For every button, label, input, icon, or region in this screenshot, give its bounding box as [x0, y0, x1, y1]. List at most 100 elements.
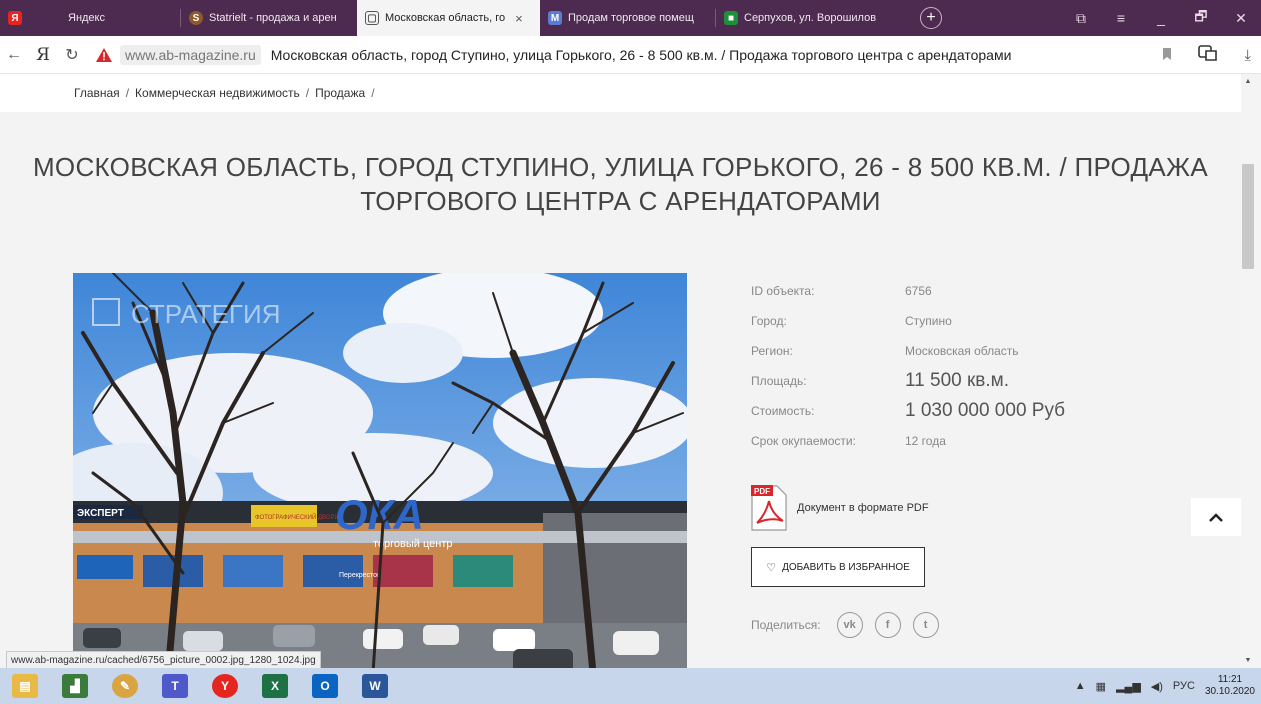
sign-mall: торговый центр	[373, 538, 453, 550]
scroll-thumb[interactable]	[1242, 164, 1254, 269]
sign-photo: ФОТОГРАФИЧЕСКИЙ ДВОРИК	[255, 513, 343, 521]
property-photo[interactable]: ЭКСПЕРТ ФОТОГРАФИЧЕСКИЙ ДВОРИК ОКА торго…	[73, 273, 687, 668]
prop-value: Московская область	[905, 344, 1019, 358]
clock-time: 11:21	[1217, 674, 1243, 685]
signal-icon[interactable]: ▂▄▆	[1116, 680, 1141, 693]
add-to-favorites-button[interactable]: ♡ ДОБАВИТЬ В ИЗБРАННОЕ	[751, 547, 925, 587]
prop-label: Город:	[751, 314, 787, 328]
prop-value: 6756	[905, 284, 932, 298]
yandex-logo[interactable]: Я	[28, 45, 58, 65]
close-window-button[interactable]: ✕	[1221, 10, 1261, 27]
prop-label: ID объекта:	[751, 284, 815, 298]
tab-avito[interactable]: M Продам торговое помещ	[540, 0, 715, 36]
taskbar-excel[interactable]: X	[250, 668, 300, 704]
language-indicator[interactable]: РУС	[1173, 680, 1195, 692]
download-icon[interactable]: ⤓	[1244, 47, 1251, 64]
prop-payback: Срок окупаемости: 12 года	[751, 426, 1065, 456]
breadcrumb-separator: /	[371, 86, 375, 100]
breadcrumb-separator: /	[125, 86, 130, 100]
tab-active-page[interactable]: ▢ Московская область, го ×	[357, 0, 540, 36]
prop-label: Регион:	[751, 344, 793, 358]
restore-button[interactable]: 🗗	[1181, 6, 1221, 30]
bookmark-icon[interactable]	[1162, 47, 1172, 64]
share-label: Поделиться:	[751, 618, 821, 632]
pdf-document-link[interactable]: PDF Документ в формате PDF	[751, 485, 929, 531]
tab-statrielt[interactable]: S Statrielt - продажа и арен	[181, 0, 357, 36]
taskbar-teams[interactable]: T	[150, 668, 200, 704]
scroll-to-top-button[interactable]	[1191, 498, 1241, 536]
taskbar-word[interactable]: W	[350, 668, 400, 704]
page-title: МОСКОВСКАЯ ОБЛАСТЬ, ГОРОД СТУПИНО, УЛИЦА…	[32, 152, 1209, 216]
breadcrumb-commercial[interactable]: Коммерческая недвижимость	[135, 86, 300, 100]
back-arrow-icon[interactable]: ←	[0, 46, 28, 64]
tab-label: Statrielt - продажа и арен	[209, 12, 337, 24]
breadcrumb-separator: /	[305, 86, 310, 100]
new-tab-button[interactable]: +	[920, 7, 942, 29]
prop-label: Срок окупаемости:	[751, 434, 856, 448]
share-block: Поделиться: vk f t	[751, 612, 939, 638]
avito-icon: M	[548, 11, 562, 25]
volume-icon[interactable]: ◀)	[1151, 680, 1163, 693]
reload-icon[interactable]: ↻	[58, 45, 86, 65]
pdf-label[interactable]: Документ в формате PDF	[797, 502, 929, 514]
url-page-title[interactable]: Московская область, город Ступино, улица…	[271, 47, 1012, 63]
vk-icon[interactable]: vk	[836, 612, 863, 638]
taskbar-outlook[interactable]: O	[300, 668, 350, 704]
chart-icon: ▟	[62, 674, 88, 698]
teams-icon: T	[162, 674, 188, 698]
protect-icon[interactable]	[1198, 44, 1218, 66]
prop-id: ID объекта: 6756	[751, 276, 1065, 306]
twitter-icon[interactable]: t	[912, 612, 939, 638]
breadcrumb-home[interactable]: Главная	[74, 86, 120, 100]
minimize-button[interactable]: _	[1141, 10, 1181, 26]
prop-price: Стоимость: 1 030 000 000 Руб	[751, 396, 1065, 426]
page-scrollbar[interactable]: ▲ ▼	[1241, 74, 1261, 668]
tab-label: Яндекс	[68, 12, 105, 24]
prop-value: 11 500 кв.м.	[905, 370, 1010, 391]
clock-date: 30.10.2020	[1204, 686, 1255, 697]
outlook-icon: O	[312, 674, 338, 698]
prop-area: Площадь: 11 500 кв.м.	[751, 366, 1065, 396]
tab-cian[interactable]: ■ Серпухов, ул. Ворошилов	[716, 0, 906, 36]
clock[interactable]: 11:21 30.10.2020	[1205, 674, 1255, 698]
palette-icon: ✎	[112, 674, 138, 698]
pdf-icon: PDF	[751, 485, 787, 531]
url-domain[interactable]: www.ab-magazine.ru	[120, 44, 261, 65]
prop-value: 1 030 000 000 Руб	[905, 400, 1066, 421]
tab-yandex[interactable]: Я Яндекс	[0, 0, 180, 36]
prop-label: Стоимость:	[751, 404, 815, 418]
sign-expert: ЭКСПЕРТ	[77, 508, 124, 519]
yandex-icon: Я	[8, 11, 22, 25]
facebook-icon[interactable]: f	[874, 612, 901, 638]
close-tab-icon[interactable]: ×	[515, 11, 523, 26]
word-icon: W	[362, 674, 388, 698]
network-icon[interactable]: ▦	[1096, 680, 1106, 693]
scroll-up-arrow[interactable]: ▲	[1241, 78, 1255, 85]
prop-label: Площадь:	[751, 374, 807, 388]
tray-arrow-icon[interactable]: ▲	[1075, 680, 1086, 692]
warning-icon[interactable]	[94, 46, 114, 64]
folder-icon: ▤	[12, 674, 38, 698]
prop-value: 12 года	[905, 434, 946, 448]
menu-icon[interactable]: ≡	[1101, 10, 1141, 26]
sign-perekrestok: Перекресток	[339, 572, 381, 579]
chevron-up-icon	[1209, 513, 1223, 522]
breadcrumb: Главная / Коммерческая недвижимость / Пр…	[0, 74, 1241, 112]
yandex-browser-icon: Y	[212, 674, 238, 698]
tabs-overview-icon[interactable]: ⧉	[1061, 10, 1101, 27]
taskbar-analytics[interactable]: ▟	[50, 668, 100, 704]
page-content: Главная / Коммерческая недвижимость / Пр…	[0, 74, 1241, 668]
favorites-label: ДОБАВИТЬ В ИЗБРАННОЕ	[782, 561, 910, 573]
breadcrumb-sale[interactable]: Продажа	[315, 86, 365, 100]
taskbar-yandex-browser[interactable]: Y	[200, 668, 250, 704]
address-bar: ← Я ↻ www.ab-magazine.ru Московская обла…	[0, 36, 1261, 74]
heart-icon: ♡	[766, 561, 777, 574]
tab-label: Продам торговое помещ	[568, 12, 694, 24]
cian-icon: ■	[724, 11, 738, 25]
scroll-down-arrow[interactable]: ▼	[1241, 657, 1255, 664]
taskbar-file-explorer[interactable]: ▤	[0, 668, 50, 704]
browser-tab-bar: Я Яндекс S Statrielt - продажа и арен ▢ …	[0, 0, 1261, 36]
tab-label: Московская область, го	[385, 12, 506, 24]
taskbar-paint[interactable]: ✎	[100, 668, 150, 704]
window-controls: ⧉ ≡ _ 🗗 ✕	[1061, 0, 1261, 36]
